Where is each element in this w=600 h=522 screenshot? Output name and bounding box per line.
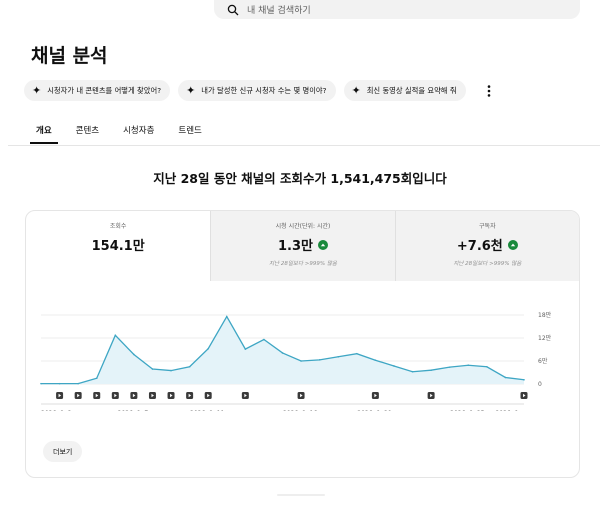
sparkle-icon: ✦	[32, 84, 42, 97]
data-point	[77, 382, 79, 385]
data-point	[244, 348, 247, 350]
video-marker-icon	[130, 392, 138, 399]
video-marker-icon	[520, 392, 528, 399]
data-point	[411, 370, 414, 373]
video-marker-icon	[167, 392, 175, 399]
y-tick-label: 12만	[538, 334, 552, 342]
y-tick-label: 0	[538, 381, 542, 388]
x-tick-label: 2026. 9. 25.	[450, 410, 486, 411]
metric-value: 154.1만	[26, 235, 210, 254]
metric-number: 1.3만	[277, 239, 313, 254]
data-point	[95, 377, 98, 380]
metric-watch-time[interactable]: 시청 시간(단위: 시간) 1.3만 지난 28일보다 >999% 많음	[210, 211, 395, 281]
x-tick-label: 2026. 9. 11.	[190, 410, 226, 411]
data-point	[448, 366, 451, 368]
video-marker-icon	[111, 392, 119, 399]
analytics-tabs: 개요 콘텐츠 시청자층 트렌드	[30, 124, 226, 145]
x-tick-label: 2026. 9. 16.	[283, 410, 319, 411]
x-tick-label: 2026. 9. 2.	[41, 410, 74, 411]
y-tick-label: 18만	[538, 311, 552, 319]
data-point	[263, 338, 265, 341]
search-bar[interactable]: 내 채널 검색하기	[214, 0, 580, 19]
data-point	[337, 355, 340, 358]
metric-tabs: 조회수 154.1만 시청 시간(단위: 시간) 1.3만 지난 28일보다 >…	[26, 211, 579, 281]
x-tick-label: 2026. 9. 7.	[118, 410, 151, 411]
arrow-up-icon	[317, 239, 328, 250]
data-point	[133, 353, 135, 356]
sparkle-icon: ✦	[351, 84, 361, 97]
video-marker-icon	[241, 392, 249, 399]
tab-content[interactable]: 콘텐츠	[76, 124, 99, 145]
views-chart: 0 6만 12만 18만 2026. 9. 2. 2026. 9. 7. 2026. 9. …	[40, 311, 552, 411]
metric-views[interactable]: 조회수 154.1만	[26, 211, 210, 281]
metric-compare: 지난 28일보다 >999% 많음	[268, 261, 337, 267]
tabs-divider	[8, 145, 600, 146]
video-marker-icon	[93, 392, 101, 399]
tab-audience[interactable]: 시청자층	[123, 124, 154, 145]
arrow-up-icon	[507, 239, 518, 250]
metric-value: +7.6천	[396, 235, 579, 254]
views-area	[41, 316, 524, 384]
data-point	[486, 365, 488, 368]
data-point	[170, 369, 172, 372]
data-point	[504, 376, 507, 379]
suggestion-chip-2[interactable]: ✦ 내가 달성한 신규 시청자 수는 몇 명이야?	[178, 80, 336, 101]
metric-compare: 지난 28일보다 >999% 많음	[453, 261, 522, 267]
data-point	[523, 378, 525, 381]
video-marker-icon	[74, 392, 82, 399]
video-marker-icon	[427, 392, 435, 399]
x-tick-label: 2026. 9. 20.	[357, 410, 393, 411]
tab-trends[interactable]: 트렌드	[178, 124, 201, 145]
data-point	[300, 360, 302, 362]
video-marker-icon	[371, 392, 379, 399]
metric-subscribers[interactable]: 구독자 +7.6천 지난 28일보다 >999% 많음	[394, 211, 579, 281]
page-title: 채널 분석	[31, 45, 108, 67]
chip-label: 내가 달성한 신규 시청자 수는 몇 명이야?	[201, 85, 327, 95]
chip-label: 최신 동영상 실적을 요약해 줘	[366, 85, 457, 95]
metrics-card: 조회수 154.1만 시청 시간(단위: 시간) 1.3만 지난 28일보다 >…	[25, 210, 580, 478]
sparkle-icon: ✦	[186, 84, 196, 97]
data-point	[393, 365, 395, 367]
suggestion-chips: ✦ 시청자가 내 콘텐츠를 어떻게 찾았어? ✦ 내가 달성한 신규 시청자 수…	[24, 80, 496, 101]
data-point	[58, 382, 61, 385]
summary-headline: 지난 28일 동안 채널의 조회수가 1,541,475회입니다	[153, 171, 447, 186]
scroll-hint	[277, 494, 325, 496]
data-point	[114, 334, 117, 337]
data-point	[318, 359, 321, 361]
search-input[interactable]: 내 채널 검색하기	[247, 3, 311, 16]
data-point	[151, 368, 154, 370]
data-point	[374, 359, 377, 362]
chip-label: 시청자가 내 콘텐츠를 어떻게 찾았어?	[47, 85, 162, 95]
data-point	[467, 364, 470, 367]
data-point	[281, 352, 284, 354]
data-point	[356, 352, 358, 355]
search-icon	[227, 4, 239, 15]
x-tick-label: 2026. 9....	[495, 410, 526, 411]
metric-label: 시청 시간(단위: 시간)	[275, 223, 331, 230]
video-marker-icon	[186, 392, 194, 399]
data-point	[430, 369, 432, 371]
see-more-button[interactable]: 더보기	[43, 441, 83, 462]
video-marker-icon	[297, 392, 305, 399]
suggestion-chip-3[interactable]: ✦ 최신 동영상 실적을 요약해 줘	[343, 80, 466, 101]
metric-number: +7.6천	[456, 239, 503, 254]
data-point	[207, 347, 209, 350]
tab-overview[interactable]: 개요	[30, 124, 58, 145]
metric-value: 1.3만	[211, 235, 394, 254]
data-point	[225, 315, 228, 318]
y-tick-label: 6만	[538, 357, 548, 365]
suggestion-chip-1[interactable]: ✦ 시청자가 내 콘텐츠를 어떻게 찾았어?	[24, 80, 171, 101]
video-marker-icon	[148, 392, 156, 399]
metric-label: 조회수	[109, 223, 127, 230]
data-point	[188, 365, 191, 368]
video-marker-icon	[204, 392, 212, 399]
metric-label: 구독자	[479, 223, 496, 230]
metric-number: 154.1만	[91, 239, 145, 254]
more-vert-icon[interactable]	[482, 80, 496, 101]
video-marker-icon	[56, 392, 64, 399]
data-point	[40, 382, 42, 385]
